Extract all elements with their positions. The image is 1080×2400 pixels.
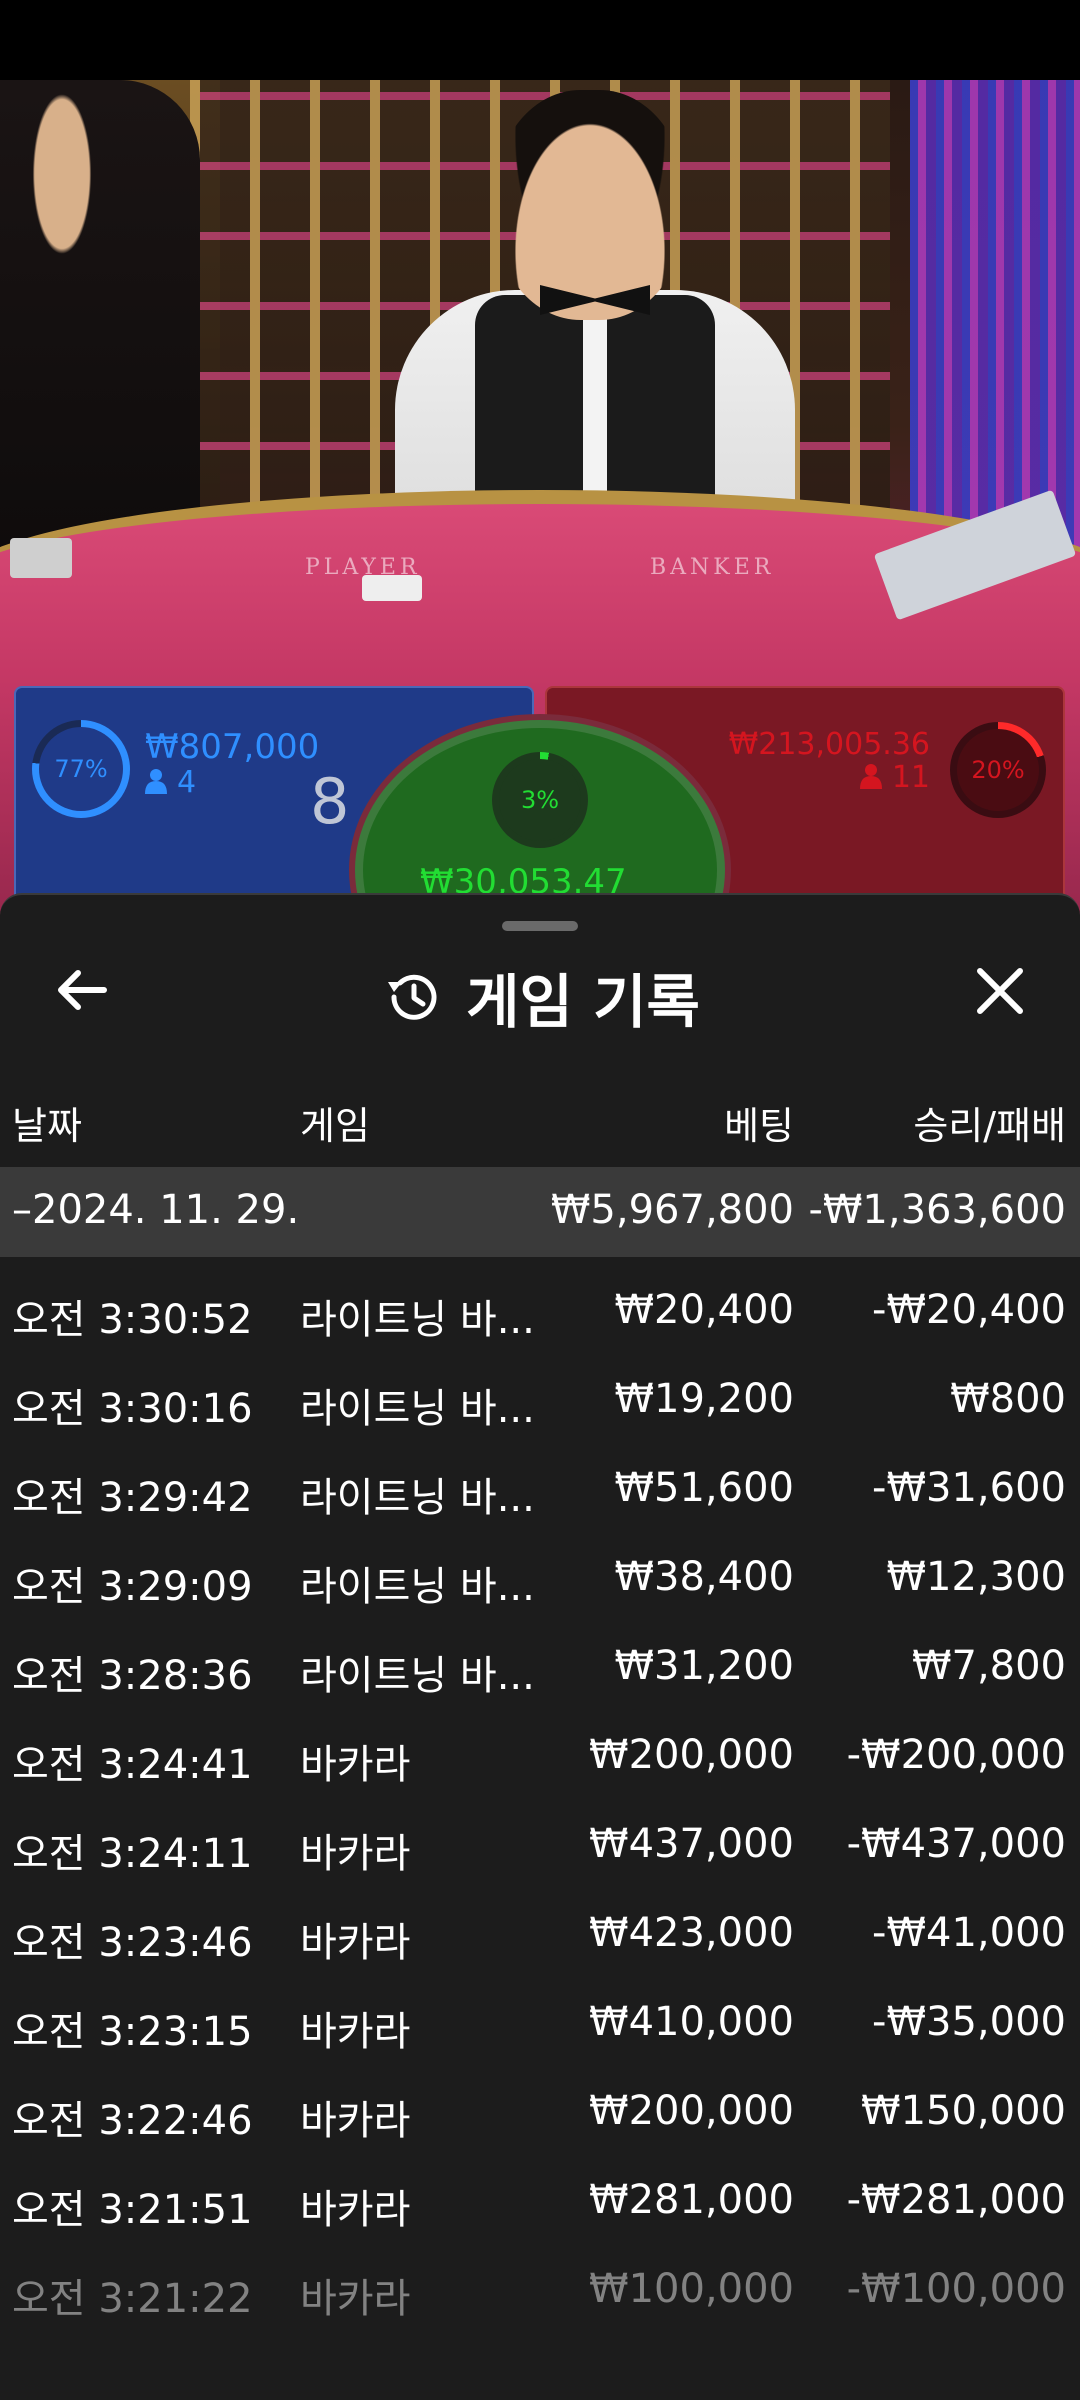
row-result: -₩281,000 [846, 2177, 1066, 2223]
history-row[interactable]: 오전 3:28:36 라이트닝 바... ₩31,200 ₩7,800 [0, 1613, 1080, 1702]
player-score: 8 [310, 765, 350, 838]
row-game: 바카라 [300, 2009, 411, 2055]
row-game: 라이트닝 바... [300, 1297, 535, 1343]
banker-count-value: 11 [891, 760, 930, 795]
history-row[interactable]: 오전 3:29:09 라이트닝 바... ₩38,400 ₩12,300 [0, 1524, 1080, 1613]
row-result: ₩7,800 [911, 1643, 1066, 1689]
history-row[interactable]: 오전 3:21:22 바카라 ₩100,000 -₩100,000 [0, 2236, 1080, 2325]
column-bet: 베팅 [724, 1104, 794, 1148]
history-row[interactable]: 오전 3:29:42 라이트닝 바... ₩51,600 -₩31,600 [0, 1435, 1080, 1524]
history-row[interactable]: 오전 3:30:16 라이트닝 바... ₩19,200 ₩800 [0, 1346, 1080, 1435]
row-bet: ₩38,400 [614, 1554, 794, 1600]
row-time: 오전 3:22:46 [12, 2098, 253, 2144]
row-time: 오전 3:28:36 [12, 1653, 253, 1699]
row-game: 라이트닝 바... [300, 1564, 535, 1610]
player-bettor-count: 4 [145, 765, 196, 800]
row-bet: ₩437,000 [589, 1821, 794, 1867]
row-game: 바카라 [300, 2098, 411, 2144]
row-time: 오전 3:21:22 [12, 2276, 253, 2322]
sheet-title-group: 게임 기록 [0, 955, 1080, 1039]
player-bet-amount: ₩807,000 [145, 727, 320, 767]
tie-percent-ring: 3% [492, 752, 588, 848]
person-icon [145, 769, 167, 794]
sheet-title: 게임 기록 [466, 968, 700, 1036]
row-game: 바카라 [300, 2276, 411, 2322]
history-row[interactable]: 오전 3:30:52 라이트닝 바... ₩20,400 -₩20,400 [0, 1257, 1080, 1346]
day-result-total: -₩1,363,600 [808, 1187, 1066, 1233]
banker-bettor-count: 11 [859, 760, 930, 795]
history-row[interactable]: 오전 3:21:51 바카라 ₩281,000 -₩281,000 [0, 2147, 1080, 2236]
sheet-header: 게임 기록 [0, 945, 1080, 1036]
row-time: 오전 3:24:11 [12, 1831, 253, 1877]
row-result: -₩41,000 [872, 1910, 1066, 1956]
day-bet-total: ₩5,967,800 [550, 1187, 794, 1233]
banker-percent: 20% [971, 756, 1025, 784]
row-result: -₩100,000 [846, 2266, 1066, 2312]
column-game: 게임 [300, 1104, 370, 1148]
player-count-value: 4 [177, 765, 197, 800]
person-icon [859, 764, 882, 789]
history-row[interactable]: 오전 3:22:46 바카라 ₩200,000 ₩150,000 [0, 2058, 1080, 2147]
row-game: 바카라 [300, 1831, 411, 1877]
row-time: 오전 3:30:16 [12, 1386, 253, 1432]
card-shoe [10, 538, 72, 578]
row-time: 오전 3:21:51 [12, 2187, 253, 2233]
column-headers: 날짜 게임 베팅 승리/패배 [0, 1095, 1080, 1155]
row-time: 오전 3:29:09 [12, 1564, 253, 1610]
row-result: -₩200,000 [846, 1732, 1066, 1778]
row-bet: ₩100,000 [589, 2266, 794, 2312]
row-result: -₩437,000 [846, 1821, 1066, 1867]
tie-percent: 3% [520, 786, 560, 814]
row-game: 바카라 [300, 1920, 411, 1966]
history-icon [388, 974, 437, 1020]
player-percent: 77% [54, 755, 108, 783]
row-result: ₩12,300 [886, 1554, 1066, 1600]
close-button[interactable] [972, 963, 1028, 1019]
row-bet: ₩20,400 [614, 1287, 794, 1333]
assistant-figure [0, 80, 200, 550]
column-result: 승리/패배 [913, 1104, 1066, 1148]
history-row[interactable]: 오전 3:23:46 바카라 ₩423,000 -₩41,000 [0, 1880, 1080, 1969]
row-bet: ₩281,000 [589, 2177, 794, 2223]
row-time: 오전 3:23:46 [12, 1920, 253, 1966]
banker-percent-ring: 20% [950, 722, 1046, 818]
row-result: ₩800 [950, 1376, 1066, 1422]
row-time: 오전 3:30:52 [12, 1297, 253, 1343]
row-time: 오전 3:29:42 [12, 1475, 253, 1521]
row-bet: ₩410,000 [589, 1999, 794, 2045]
history-row[interactable]: 오전 3:24:11 바카라 ₩437,000 -₩437,000 [0, 1791, 1080, 1880]
history-row[interactable]: 오전 3:24:41 바카라 ₩200,000 -₩200,000 [0, 1702, 1080, 1791]
row-bet: ₩423,000 [589, 1910, 794, 1956]
row-time: 오전 3:23:15 [12, 2009, 253, 2055]
row-result: -₩20,400 [872, 1287, 1066, 1333]
column-date: 날짜 [12, 1104, 82, 1148]
row-game: 라이트닝 바... [300, 1653, 535, 1699]
row-result: ₩150,000 [861, 2088, 1066, 2134]
close-icon [977, 968, 1023, 1014]
game-history-sheet: 게임 기록 날짜 게임 베팅 승리/패배 –2024. 11. 29. ₩5,9… [0, 893, 1080, 2400]
history-row[interactable]: 오전 3:23:15 바카라 ₩410,000 -₩35,000 [0, 1969, 1080, 2058]
row-result: -₩31,600 [872, 1465, 1066, 1511]
banker-bet-amount: ₩213,005.36 [728, 727, 930, 762]
row-bet: ₩19,200 [614, 1376, 794, 1422]
day-summary-row[interactable]: –2024. 11. 29. ₩5,967,800 -₩1,363,600 [0, 1167, 1080, 1257]
row-bet: ₩51,600 [614, 1465, 794, 1511]
status-bar [0, 0, 1080, 80]
row-game: 바카라 [300, 2187, 411, 2233]
row-bet: ₩31,200 [614, 1643, 794, 1689]
row-result: -₩35,000 [872, 1999, 1066, 2045]
row-bet: ₩200,000 [589, 1732, 794, 1778]
row-game: 라이트닝 바... [300, 1475, 535, 1521]
row-game: 라이트닝 바... [300, 1386, 535, 1432]
row-game: 바카라 [300, 1742, 411, 1788]
row-time: 오전 3:24:41 [12, 1742, 253, 1788]
history-list: 오전 3:30:52 라이트닝 바... ₩20,400 -₩20,400 오전… [0, 1257, 1080, 2325]
drag-handle[interactable] [502, 921, 578, 931]
table-label-banker: BANKER [650, 555, 775, 580]
studio-wall-right [910, 80, 1080, 550]
row-bet: ₩200,000 [589, 2088, 794, 2134]
card [362, 575, 422, 601]
day-date: –2024. 11. 29. [12, 1187, 300, 1233]
player-percent-ring: 77% [32, 720, 130, 818]
